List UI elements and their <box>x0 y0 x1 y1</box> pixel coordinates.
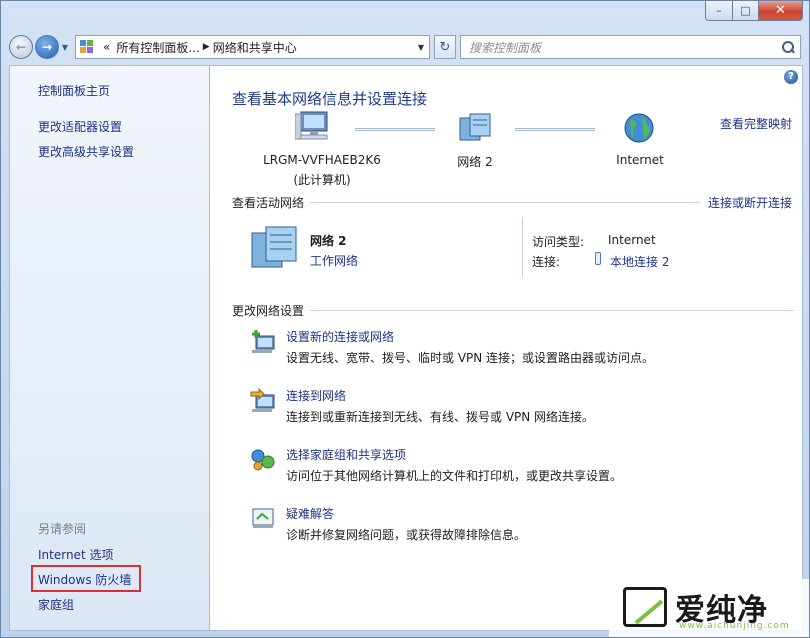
watermark-url: www.aichunjing.com <box>679 621 790 631</box>
connect-network-icon <box>250 387 275 412</box>
page-title: 查看基本网络信息并设置连接 <box>232 90 428 108</box>
back-arrow-icon: ← <box>15 40 27 54</box>
sidebar-item-home[interactable]: 控制面板主页 <box>38 82 110 99</box>
window-controls: – □ ✕ <box>705 1 803 21</box>
section-divider <box>310 202 700 203</box>
close-button[interactable]: ✕ <box>759 1 803 21</box>
connection-value-link[interactable]: 本地连接 2 <box>610 253 669 270</box>
task-description: 连接到或重新连接到无线、有线、拨号或 VPN 网络连接。 <box>286 410 595 424</box>
active-networks-heading: 查看活动网络 <box>232 196 305 210</box>
see-also-heading: 另请参阅 <box>38 522 87 536</box>
ethernet-plug-icon <box>595 252 601 265</box>
minimize-icon: – <box>716 4 722 17</box>
computer-node-label: LRGM-VVFHAEB2K6 (此计算机) <box>252 153 392 188</box>
task-description: 访问位于其他网络计算机上的文件和打印机，或更改共享设置。 <box>286 469 623 483</box>
troubleshoot-icon <box>252 508 274 528</box>
search-icon[interactable] <box>782 41 794 53</box>
recent-pages-dropdown[interactable]: ▼ <box>59 43 71 52</box>
new-connection-icon <box>252 330 275 353</box>
task-title[interactable]: 疑难解答 <box>286 505 334 522</box>
forward-arrow-icon: → <box>41 40 53 54</box>
internet-node-label: Internet <box>616 153 664 167</box>
access-type-label: 访问类型: <box>532 235 585 249</box>
computer-icon <box>295 111 328 140</box>
network-type-link[interactable]: 工作网络 <box>310 252 358 269</box>
sidebar-item-adapter-settings[interactable]: 更改适配器设置 <box>38 118 122 135</box>
address-dropdown-icon[interactable]: ▼ <box>413 43 429 52</box>
computer-name: LRGM-VVFHAEB2K6 <box>263 153 381 167</box>
breadcrumb-network-center[interactable]: 网络和共享中心 <box>213 39 297 56</box>
refresh-button[interactable]: ↻ <box>434 35 456 59</box>
vertical-divider <box>522 217 523 277</box>
navigation-bar: ← → ▼ « 所有控制面板... ▶ 网络和共享中心 ▼ ↻ 搜索控制面板 <box>9 34 801 60</box>
left-navigation-pane: 控制面板主页 更改适配器设置 更改高级共享设置 另请参阅 Internet 选项… <box>9 65 209 631</box>
window-frame: – □ ✕ ← → ▼ « 所有控制面板... ▶ 网络和共享中心 ▼ ↻ 搜索… <box>0 0 810 638</box>
task-title[interactable]: 设置新的连接或网络 <box>286 328 394 345</box>
main-content-pane: ? 查看基本网络信息并设置连接 查看完整映射 LRGM-VVFHAEB2K6 (… <box>209 65 803 631</box>
internet-globe-icon <box>624 113 654 143</box>
homegroup-icon <box>251 449 275 471</box>
maximize-button[interactable]: □ <box>733 1 759 21</box>
watermark: 爱纯净 www.aichunjing.com <box>609 579 809 637</box>
close-icon: ✕ <box>775 3 786 18</box>
sidebar-item-homegroup[interactable]: 家庭组 <box>38 596 74 613</box>
address-bar[interactable]: « 所有控制面板... ▶ 网络和共享中心 ▼ <box>75 35 430 59</box>
control-panel-icon <box>80 40 96 54</box>
sidebar-item-windows-firewall[interactable]: Windows 防火墙 <box>38 571 131 588</box>
minimize-button[interactable]: – <box>705 1 733 21</box>
link-line-computer-network <box>355 128 435 131</box>
sidebar-item-advanced-sharing[interactable]: 更改高级共享设置 <box>38 143 134 160</box>
network-node-label: 网络 2 <box>457 155 493 169</box>
help-icon[interactable]: ? <box>784 70 798 84</box>
search-input[interactable]: 搜索控制面板 <box>460 35 801 59</box>
back-button[interactable]: ← <box>9 35 33 59</box>
task-title[interactable]: 连接到网络 <box>286 387 346 404</box>
computer-sub-label: (此计算机) <box>293 173 351 187</box>
link-line-network-internet <box>515 128 595 131</box>
task-title[interactable]: 选择家庭组和共享选项 <box>286 446 406 463</box>
forward-button[interactable]: → <box>35 35 59 59</box>
work-network-icon[interactable] <box>250 225 298 269</box>
refresh-icon: ↻ <box>439 39 451 55</box>
active-network-name: 网络 2 <box>310 234 347 248</box>
watermark-logo-icon <box>623 587 667 627</box>
breadcrumb-all-control-panel[interactable]: 所有控制面板... <box>116 39 199 56</box>
breadcrumb-separator-icon[interactable]: ▶ <box>203 42 210 52</box>
breadcrumb-overflow[interactable]: « <box>103 40 110 54</box>
task-description: 诊断并修复网络问题，或获得故障排除信息。 <box>286 528 527 542</box>
sidebar-item-internet-options[interactable]: Internet 选项 <box>38 546 113 563</box>
maximize-icon: □ <box>740 4 751 17</box>
network-icon <box>459 113 491 141</box>
full-map-link[interactable]: 查看完整映射 <box>720 115 792 132</box>
task-description: 设置无线、宽带、拨号、临时或 VPN 连接；或设置路由器或访问点。 <box>286 351 655 365</box>
search-placeholder: 搜索控制面板 <box>469 40 542 55</box>
access-type-value: Internet <box>608 233 656 247</box>
connect-disconnect-link[interactable]: 连接或断开连接 <box>708 194 792 211</box>
change-settings-heading: 更改网络设置 <box>232 304 305 318</box>
connection-label: 连接: <box>532 255 561 269</box>
section-divider <box>310 310 794 311</box>
